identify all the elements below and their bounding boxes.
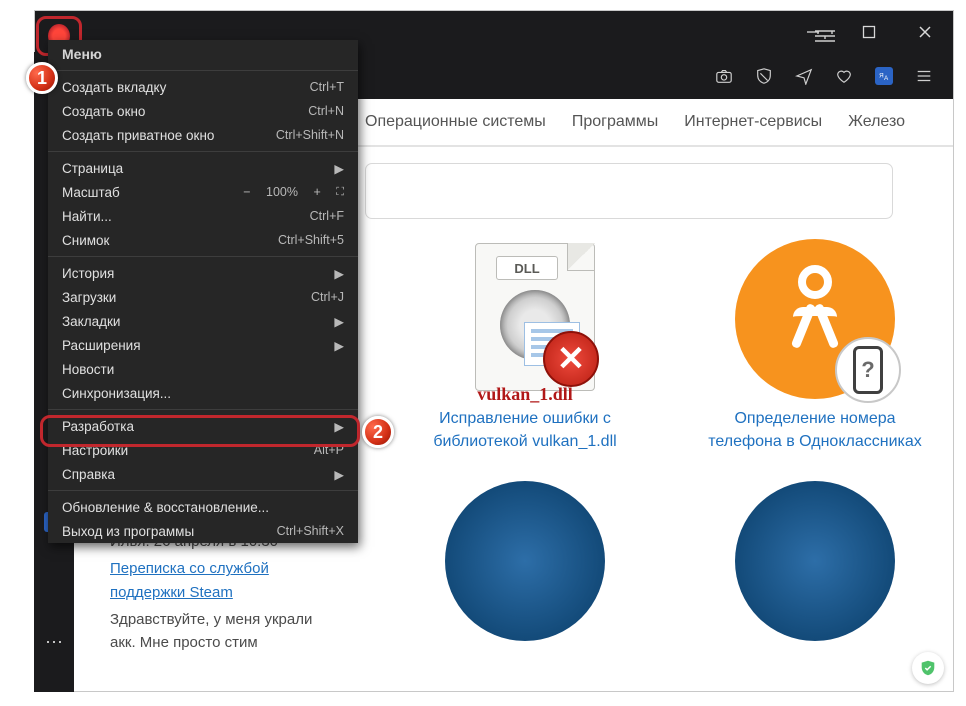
menu-downloads[interactable]: ЗагрузкиCtrl+J — [48, 285, 358, 309]
menu-history[interactable]: История▶ — [48, 261, 358, 285]
window-controls — [785, 11, 953, 53]
error-x-icon: ✕ — [543, 331, 599, 387]
dll-badge: DLL — [496, 256, 558, 280]
article-card-ok[interactable]: ? Определение номера телефона в Одноклас… — [705, 239, 925, 453]
article-card[interactable] — [415, 481, 635, 641]
card-title: Исправление ошибки с библиотекой vulkan_… — [415, 407, 635, 453]
close-button[interactable] — [897, 11, 953, 53]
nav-link[interactable]: Операционные системы — [365, 113, 546, 131]
annotation-badge-1: 1 — [26, 62, 58, 94]
adblock-shield-icon[interactable] — [755, 67, 773, 85]
menu-snapshot[interactable]: СнимокCtrl+Shift+5 — [48, 228, 358, 252]
menu-find[interactable]: Найти...Ctrl+F — [48, 204, 358, 228]
heart-icon[interactable] — [835, 67, 853, 85]
menu-exit[interactable]: Выход из программыCtrl+Shift+X — [48, 519, 358, 543]
easy-setup-icon[interactable] — [815, 29, 835, 43]
search-input[interactable] — [365, 163, 893, 219]
menu-settings[interactable]: НастройкиAlt+P — [48, 438, 358, 462]
annotation-badge-2: 2 — [362, 416, 394, 448]
translate-icon[interactable]: ЯA — [875, 67, 893, 85]
menu-update[interactable]: Обновление & восстановление... — [48, 495, 358, 519]
more-sidebar-icon[interactable]: ⋯ — [34, 622, 74, 662]
menu-sync[interactable]: Синхронизация... — [48, 381, 358, 405]
dll-filename: vulkan_1.dll — [445, 384, 605, 405]
article-card[interactable] — [705, 481, 925, 641]
sidebar-toggle-icon[interactable] — [915, 67, 933, 85]
dll-icon: DLL ✕ vulkan_1.dll — [445, 239, 605, 399]
menu-new-window[interactable]: Создать окноCtrl+N — [48, 99, 358, 123]
post-body: Здравствуйте, у меня украли акк. Мне про… — [110, 608, 330, 655]
send-icon[interactable] — [795, 67, 813, 85]
sidebar-article: Илья: 26 апреля в 10:30 Переписка со слу… — [110, 530, 330, 654]
svg-text:A: A — [884, 75, 889, 82]
maximize-button[interactable] — [841, 11, 897, 53]
card-title: Определение номера телефона в Одноклассн… — [705, 407, 925, 453]
nav-link[interactable]: Программы — [572, 113, 658, 131]
menu-new-tab[interactable]: Создать вкладкуCtrl+T — [48, 75, 358, 99]
menu-news[interactable]: Новости — [48, 357, 358, 381]
menu-dev[interactable]: Разработка▶ — [48, 414, 358, 438]
ok-icon: ? — [735, 239, 895, 399]
main-menu: Меню Создать вкладкуCtrl+T Создать окноC… — [48, 40, 358, 543]
menu-new-private[interactable]: Создать приватное окноCtrl+Shift+N — [48, 123, 358, 147]
nav-link[interactable]: Интернет-сервисы — [684, 113, 822, 131]
phone-question-icon: ? — [835, 337, 901, 403]
article-card-dll[interactable]: DLL ✕ vulkan_1.dll Исправление ошибки с … — [415, 239, 635, 453]
nav-link[interactable]: Железо — [848, 113, 905, 131]
menu-bookmarks[interactable]: Закладки▶ — [48, 309, 358, 333]
camera-icon[interactable] — [715, 67, 733, 85]
security-shield-icon[interactable] — [912, 652, 944, 684]
menu-title: Меню — [48, 40, 358, 66]
post-link[interactable]: Переписка со службой поддержки Steam — [110, 560, 269, 600]
menu-extensions[interactable]: Расширения▶ — [48, 333, 358, 357]
menu-page[interactable]: Страница▶ — [48, 156, 358, 180]
menu-help[interactable]: Справка▶ — [48, 462, 358, 486]
menu-zoom[interactable]: Масштаб − 100% + ⛶ — [48, 180, 358, 204]
